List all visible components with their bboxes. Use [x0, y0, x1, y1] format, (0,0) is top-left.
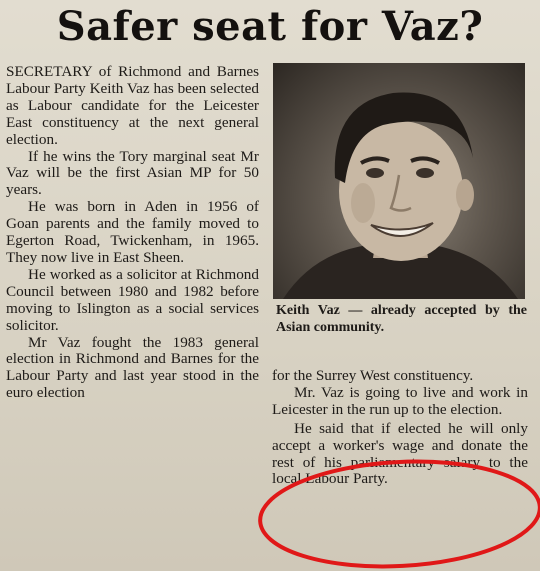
newspaper-clipping: Safer seat for Vaz? SECRETARY of Richmon… — [0, 0, 540, 571]
portrait-illustration — [283, 92, 518, 299]
paragraph-2: If he wins the Tory marginal seat Mr Vaz… — [6, 147, 259, 199]
photo-caption: Keith Vaz — already accepted by the Asia… — [276, 303, 527, 335]
portrait-photo — [273, 63, 525, 299]
paragraph-8: He said that if elected he will only acc… — [272, 419, 528, 488]
paragraph-1: SECRETARY of Richmond and Barnes Labour … — [6, 63, 259, 148]
paragraph-4: He worked as a solicitor at Richmond Cou… — [6, 265, 259, 334]
headline: Safer seat for Vaz? — [56, 3, 484, 50]
left-column: SECRETARY of Richmond and Barnes Labour … — [6, 63, 259, 402]
paragraph-5: Mr Vaz fought the 1983 general election … — [6, 333, 259, 402]
paragraph-3: He was born in Aden in 1956 of Goan pare… — [6, 198, 259, 266]
right-column: for the Surrey West constituency. Mr. Va… — [272, 367, 528, 488]
paragraph-6: for the Surrey West constituency. — [272, 367, 474, 384]
paragraph-7: Mr. Vaz is going to live and work in Lei… — [272, 383, 528, 418]
